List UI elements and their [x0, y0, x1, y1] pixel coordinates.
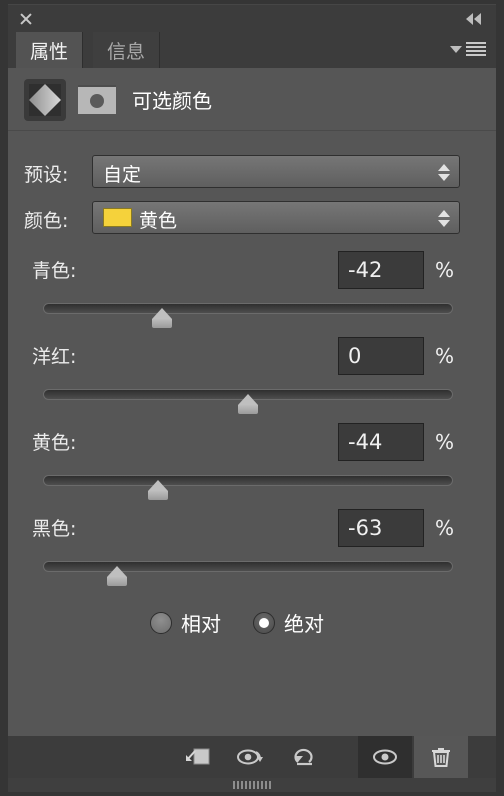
cyan-input[interactable]: -42: [338, 251, 424, 289]
adjustment-title: 可选颜色: [132, 89, 212, 113]
double-chevron-left-icon[interactable]: [466, 12, 488, 26]
view-previous-state-button[interactable]: [224, 736, 278, 778]
reset-button[interactable]: [278, 736, 332, 778]
method-relative-label: 相对: [181, 612, 221, 636]
radio-absolute-icon[interactable]: [253, 611, 275, 634]
tab-info-label: 信息: [107, 40, 146, 63]
radio-relative-icon[interactable]: [150, 611, 172, 634]
toggle-visibility-button[interactable]: [358, 736, 412, 778]
adjustment-header: 可选颜色: [8, 68, 496, 131]
color-label: 颜色:: [24, 210, 69, 232]
magenta-label: 洋红:: [32, 346, 77, 368]
cyan-slider[interactable]: [43, 303, 453, 328]
magenta-slider[interactable]: [43, 389, 453, 414]
properties-panel: 属性 信息 可选颜色 预设: 自定 颜色: 黄色 青色: -42 % 洋红: 0…: [0, 0, 504, 796]
reset-icon: [294, 748, 313, 766]
tab-properties[interactable]: 属性: [16, 32, 84, 68]
delete-icon: [432, 748, 450, 767]
yellow-unit: %: [435, 430, 455, 454]
panel-titlebar: [8, 4, 496, 32]
stepper-arrows-icon: [438, 164, 450, 181]
yellow-label: 黄色:: [32, 432, 77, 454]
cyan-value: -42: [348, 258, 383, 282]
yellow-slider[interactable]: [43, 475, 453, 500]
magenta-value: 0: [348, 344, 362, 368]
clip-to-layer-button[interactable]: [170, 736, 224, 778]
adjustment-layer-thumbnail-icon[interactable]: [24, 79, 66, 121]
yellow-slider-thumb[interactable]: [148, 480, 169, 500]
tab-info[interactable]: 信息: [93, 32, 161, 68]
cyan-slider-thumb[interactable]: [152, 308, 173, 328]
black-value: -63: [348, 516, 383, 540]
tab-strip: 属性 信息: [8, 32, 496, 68]
black-slider-thumb[interactable]: [107, 566, 128, 586]
grip-marks-icon: [233, 781, 271, 789]
panel-body: 可选颜色 预设: 自定 颜色: 黄色 青色: -42 % 洋红: 0 % 黄色:…: [8, 68, 496, 736]
layer-mask-thumbnail-icon[interactable]: [78, 85, 116, 114]
cyan-label: 青色:: [32, 260, 77, 282]
toggle-visibility-icon: [373, 749, 397, 765]
panel-resize-grip[interactable]: [8, 778, 496, 792]
close-icon[interactable]: [18, 11, 34, 27]
black-input[interactable]: -63: [338, 509, 424, 547]
color-dropdown[interactable]: 黄色: [92, 201, 460, 234]
magenta-unit: %: [435, 344, 455, 368]
panel-menu-icon[interactable]: [450, 42, 486, 58]
color-swatch: [103, 208, 132, 227]
panel-footer-toolbar: [8, 736, 496, 778]
black-unit: %: [435, 516, 455, 540]
magenta-slider-thumb[interactable]: [238, 394, 258, 414]
black-slider[interactable]: [43, 561, 453, 586]
method-absolute-label: 绝对: [284, 612, 324, 636]
yellow-value: -44: [348, 430, 383, 454]
preset-dropdown[interactable]: 自定: [92, 155, 460, 188]
stepper-arrows-icon: [438, 210, 450, 227]
cyan-unit: %: [435, 258, 455, 282]
preset-label: 预设:: [24, 164, 69, 186]
method-relative-option[interactable]: 相对: [150, 608, 221, 637]
yellow-input[interactable]: -44: [338, 423, 424, 461]
color-value: 黄色: [139, 210, 178, 232]
clip-to-layer-icon: [186, 748, 210, 765]
method-absolute-option[interactable]: 绝对: [253, 608, 324, 637]
black-label: 黑色:: [32, 518, 77, 540]
preset-value: 自定: [103, 164, 142, 186]
view-previous-state-icon: [237, 749, 263, 765]
magenta-input[interactable]: 0: [338, 337, 424, 375]
tab-properties-label: 属性: [30, 40, 69, 63]
delete-button[interactable]: [414, 736, 468, 778]
